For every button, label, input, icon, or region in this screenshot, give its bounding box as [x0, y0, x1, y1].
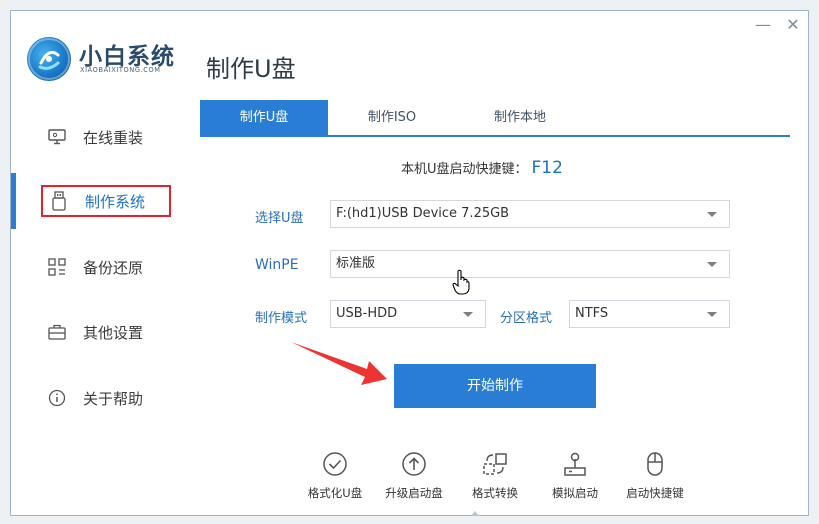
red-arrow-icon — [291, 342, 387, 385]
tab-make-local[interactable]: 制作本地 — [456, 100, 584, 135]
chevron-down-icon — [463, 312, 473, 317]
joystick-icon — [562, 451, 588, 477]
winpe-select-label: WinPE — [255, 257, 299, 273]
mode-select-value: USB-HDD — [336, 306, 398, 321]
grid-icon — [47, 257, 67, 277]
tool-simulate-boot[interactable]: 模拟启动 — [540, 451, 610, 501]
page-title: 制作U盘 — [206, 55, 296, 83]
check-circle-icon — [322, 451, 348, 477]
usb-select-value: F:(hd1)USB Device 7.25GB — [336, 206, 510, 221]
sidebar-item-label: 其他设置 — [83, 323, 144, 342]
tool-label: 启动快捷键 — [626, 486, 684, 500]
hotkey-info: 本机U盘启动快捷键： F12 — [401, 158, 563, 178]
tool-label: 升级启动盘 — [385, 486, 443, 500]
tool-label: 模拟启动 — [552, 486, 598, 500]
mouse-icon — [642, 451, 668, 477]
hotkey-key: F12 — [531, 158, 563, 178]
logo: 小白系统 XIAOBAIXITONG.COM — [27, 37, 177, 81]
chevron-down-icon — [707, 312, 717, 317]
tool-label: 格式转换 — [472, 486, 518, 500]
info-icon — [47, 388, 67, 408]
sidebar-item-label: 在线重装 — [83, 128, 144, 147]
sidebar-item-backup-restore[interactable]: 备份还原 — [41, 251, 175, 283]
start-make-button[interactable]: 开始制作 — [394, 364, 596, 408]
usb-icon — [49, 191, 69, 211]
winpe-select[interactable]: 标准版 — [330, 250, 730, 278]
tool-label: 格式化U盘 — [307, 486, 363, 500]
usb-select[interactable]: F:(hd1)USB Device 7.25GB — [330, 200, 730, 228]
active-indicator — [11, 173, 16, 229]
tool-boot-hotkey[interactable]: 启动快捷键 — [620, 451, 690, 501]
usb-select-label: 选择U盘 — [255, 211, 304, 226]
briefcase-icon — [47, 322, 67, 342]
sidebar: 小白系统 XIAOBAIXITONG.COM 在线重装 制作系统 备份还原 其他… — [11, 11, 186, 515]
logo-icon — [27, 37, 71, 81]
chevron-down-icon — [707, 262, 717, 267]
sidebar-item-other-settings[interactable]: 其他设置 — [41, 316, 175, 348]
sidebar-item-about-help[interactable]: 关于帮助 — [41, 382, 175, 414]
convert-icon — [482, 451, 508, 477]
tool-format-convert[interactable]: 格式转换 — [460, 451, 530, 501]
minimize-button[interactable]: — — [753, 17, 773, 33]
sidebar-item-label: 备份还原 — [83, 258, 144, 277]
close-button[interactable]: ✕ — [783, 17, 803, 33]
partition-select-value: NTFS — [575, 306, 609, 321]
partition-select[interactable]: NTFS — [569, 300, 730, 328]
mode-select[interactable]: USB-HDD — [330, 300, 486, 328]
monitor-icon — [47, 127, 67, 147]
sidebar-item-label: 关于帮助 — [83, 389, 144, 408]
logo-subtitle: XIAOBAIXITONG.COM — [80, 66, 161, 74]
partition-select-label: 分区格式 — [500, 311, 553, 326]
upgrade-icon — [401, 451, 427, 477]
sidebar-item-make-system[interactable]: 制作系统 — [41, 185, 171, 217]
tool-upgrade-bootdisk[interactable]: 升级启动盘 — [379, 451, 449, 501]
tab-make-usb[interactable]: 制作U盘 — [200, 100, 328, 135]
tab-bar: 制作U盘 制作ISO 制作本地 — [200, 100, 790, 137]
mode-select-label: 制作模式 — [255, 311, 308, 326]
tab-make-iso[interactable]: 制作ISO — [328, 100, 456, 135]
sidebar-item-label: 制作系统 — [85, 192, 146, 211]
tool-format-usb[interactable]: 格式化U盘 — [300, 451, 370, 501]
hotkey-label: 本机U盘启动快捷键： — [401, 162, 528, 177]
resize-grip — [471, 511, 479, 516]
sidebar-item-online-reinstall[interactable]: 在线重装 — [41, 121, 175, 153]
chevron-down-icon — [707, 212, 717, 217]
winpe-select-value: 标准版 — [336, 256, 376, 271]
hand-cursor-icon — [452, 269, 470, 295]
app-window: — ✕ 小白系统 XIAOBAIXITONG.COM 在线重装 制作系统 备份还… — [10, 10, 809, 516]
